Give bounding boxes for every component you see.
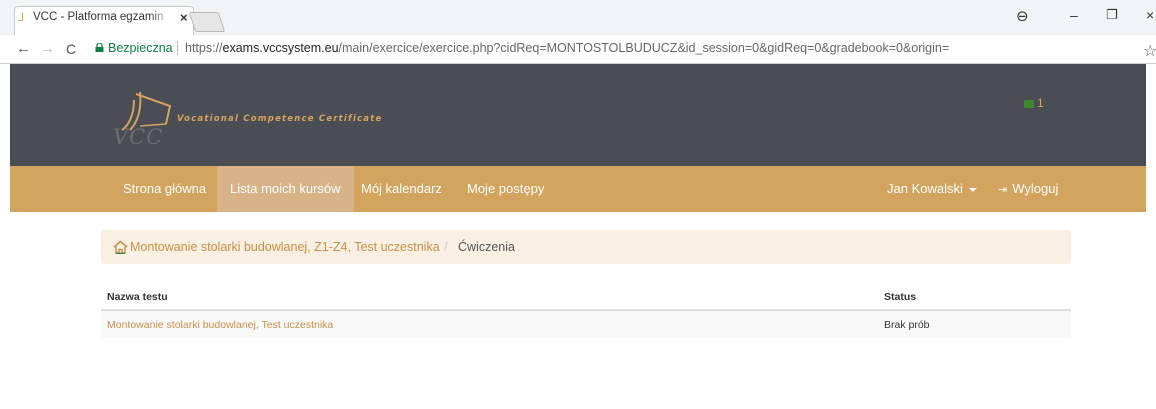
notification-indicator[interactable]: 1 [1024,96,1044,110]
logout-label: Wyloguj [1012,181,1059,196]
exercises-table: Nazwa testu Status Montowanie stolarki b… [101,283,1071,338]
nav-calendar-link[interactable]: Mój kalendarz [348,166,455,212]
user-menu-dropdown[interactable]: Jan Kowalski [874,166,990,212]
breadcrumb-current: Ćwiczenia [458,240,515,254]
notification-icon [1024,99,1034,108]
site-tagline: Vocational Competence Certificate [177,114,383,124]
home-icon[interactable] [113,240,128,254]
column-header-name[interactable]: Nazwa testu [107,291,168,303]
breadcrumb: Montowanie stolarki budowlanej, Z1-Z4, T… [101,230,1071,264]
tab-title-fade [150,9,172,25]
tab-close-icon[interactable]: × [180,10,188,25]
notification-count: 1 [1037,96,1044,110]
logout-link[interactable]: ⇥ Wyloguj [985,166,1071,212]
profile-icon[interactable]: ⊖ [1016,7,1029,25]
nav-progress-link[interactable]: Moje postępy [454,166,557,212]
back-arrow-icon[interactable]: ← [16,41,31,57]
reload-icon[interactable]: C [66,41,76,57]
breadcrumb-separator: / [444,240,448,254]
secure-label: Bezpieczna [108,41,173,55]
logo-text: VCC [113,125,164,149]
window-close-icon[interactable]: × [1146,7,1154,23]
omnibox-separator [177,41,178,55]
restore-icon[interactable]: ❐ [1106,7,1118,23]
table-row: Montowanie stolarki budowlanej, Test ucz… [101,311,1071,338]
test-name-link[interactable]: Montowanie stolarki budowlanej, Test ucz… [107,319,333,331]
url-text[interactable]: https://exams.vccsystem.eu/main/exercice… [185,41,949,55]
test-status: Brak prób [884,319,930,331]
breadcrumb-course-link[interactable]: Montowanie stolarki budowlanej, Z1-Z4, T… [130,240,440,254]
browser-toolbar: ← → C Bezpieczna https://exams.vccsystem… [0,35,1156,64]
nav-courses-link[interactable]: Lista moich kursów [217,166,354,212]
browser-tabstrip: ⅃ VCC - Platforma egzamin × ⊖ – ❐ × [0,0,1156,35]
lock-icon [95,43,104,52]
vcc-favicon-icon: ⅃ [18,12,25,24]
url-path: /main/exercice/exercice.php?cidReq=MONTO… [338,41,950,55]
nav-home-link[interactable]: Strona główna [110,166,219,212]
site-header: VCC Vocational Competence Certificate 1 [10,64,1146,166]
main-navbar: Strona główna Lista moich kursów Mój kal… [10,166,1146,212]
minimize-icon[interactable]: – [1070,7,1078,23]
column-header-status[interactable]: Status [884,291,916,303]
new-tab-button[interactable] [188,12,226,32]
logout-icon: ⇥ [998,184,1008,196]
bookmark-star-icon[interactable]: ☆ [1143,41,1156,61]
forward-arrow-icon[interactable]: → [40,41,55,57]
table-header-row: Nazwa testu Status [101,283,1071,311]
address-bar[interactable]: Bezpieczna https://exams.vccsystem.eu/ma… [89,37,1119,60]
user-name: Jan Kowalski [887,181,963,196]
url-scheme: https:// [185,41,223,55]
url-host: exams.vccsystem.eu [222,41,339,55]
caret-down-icon [968,187,977,192]
